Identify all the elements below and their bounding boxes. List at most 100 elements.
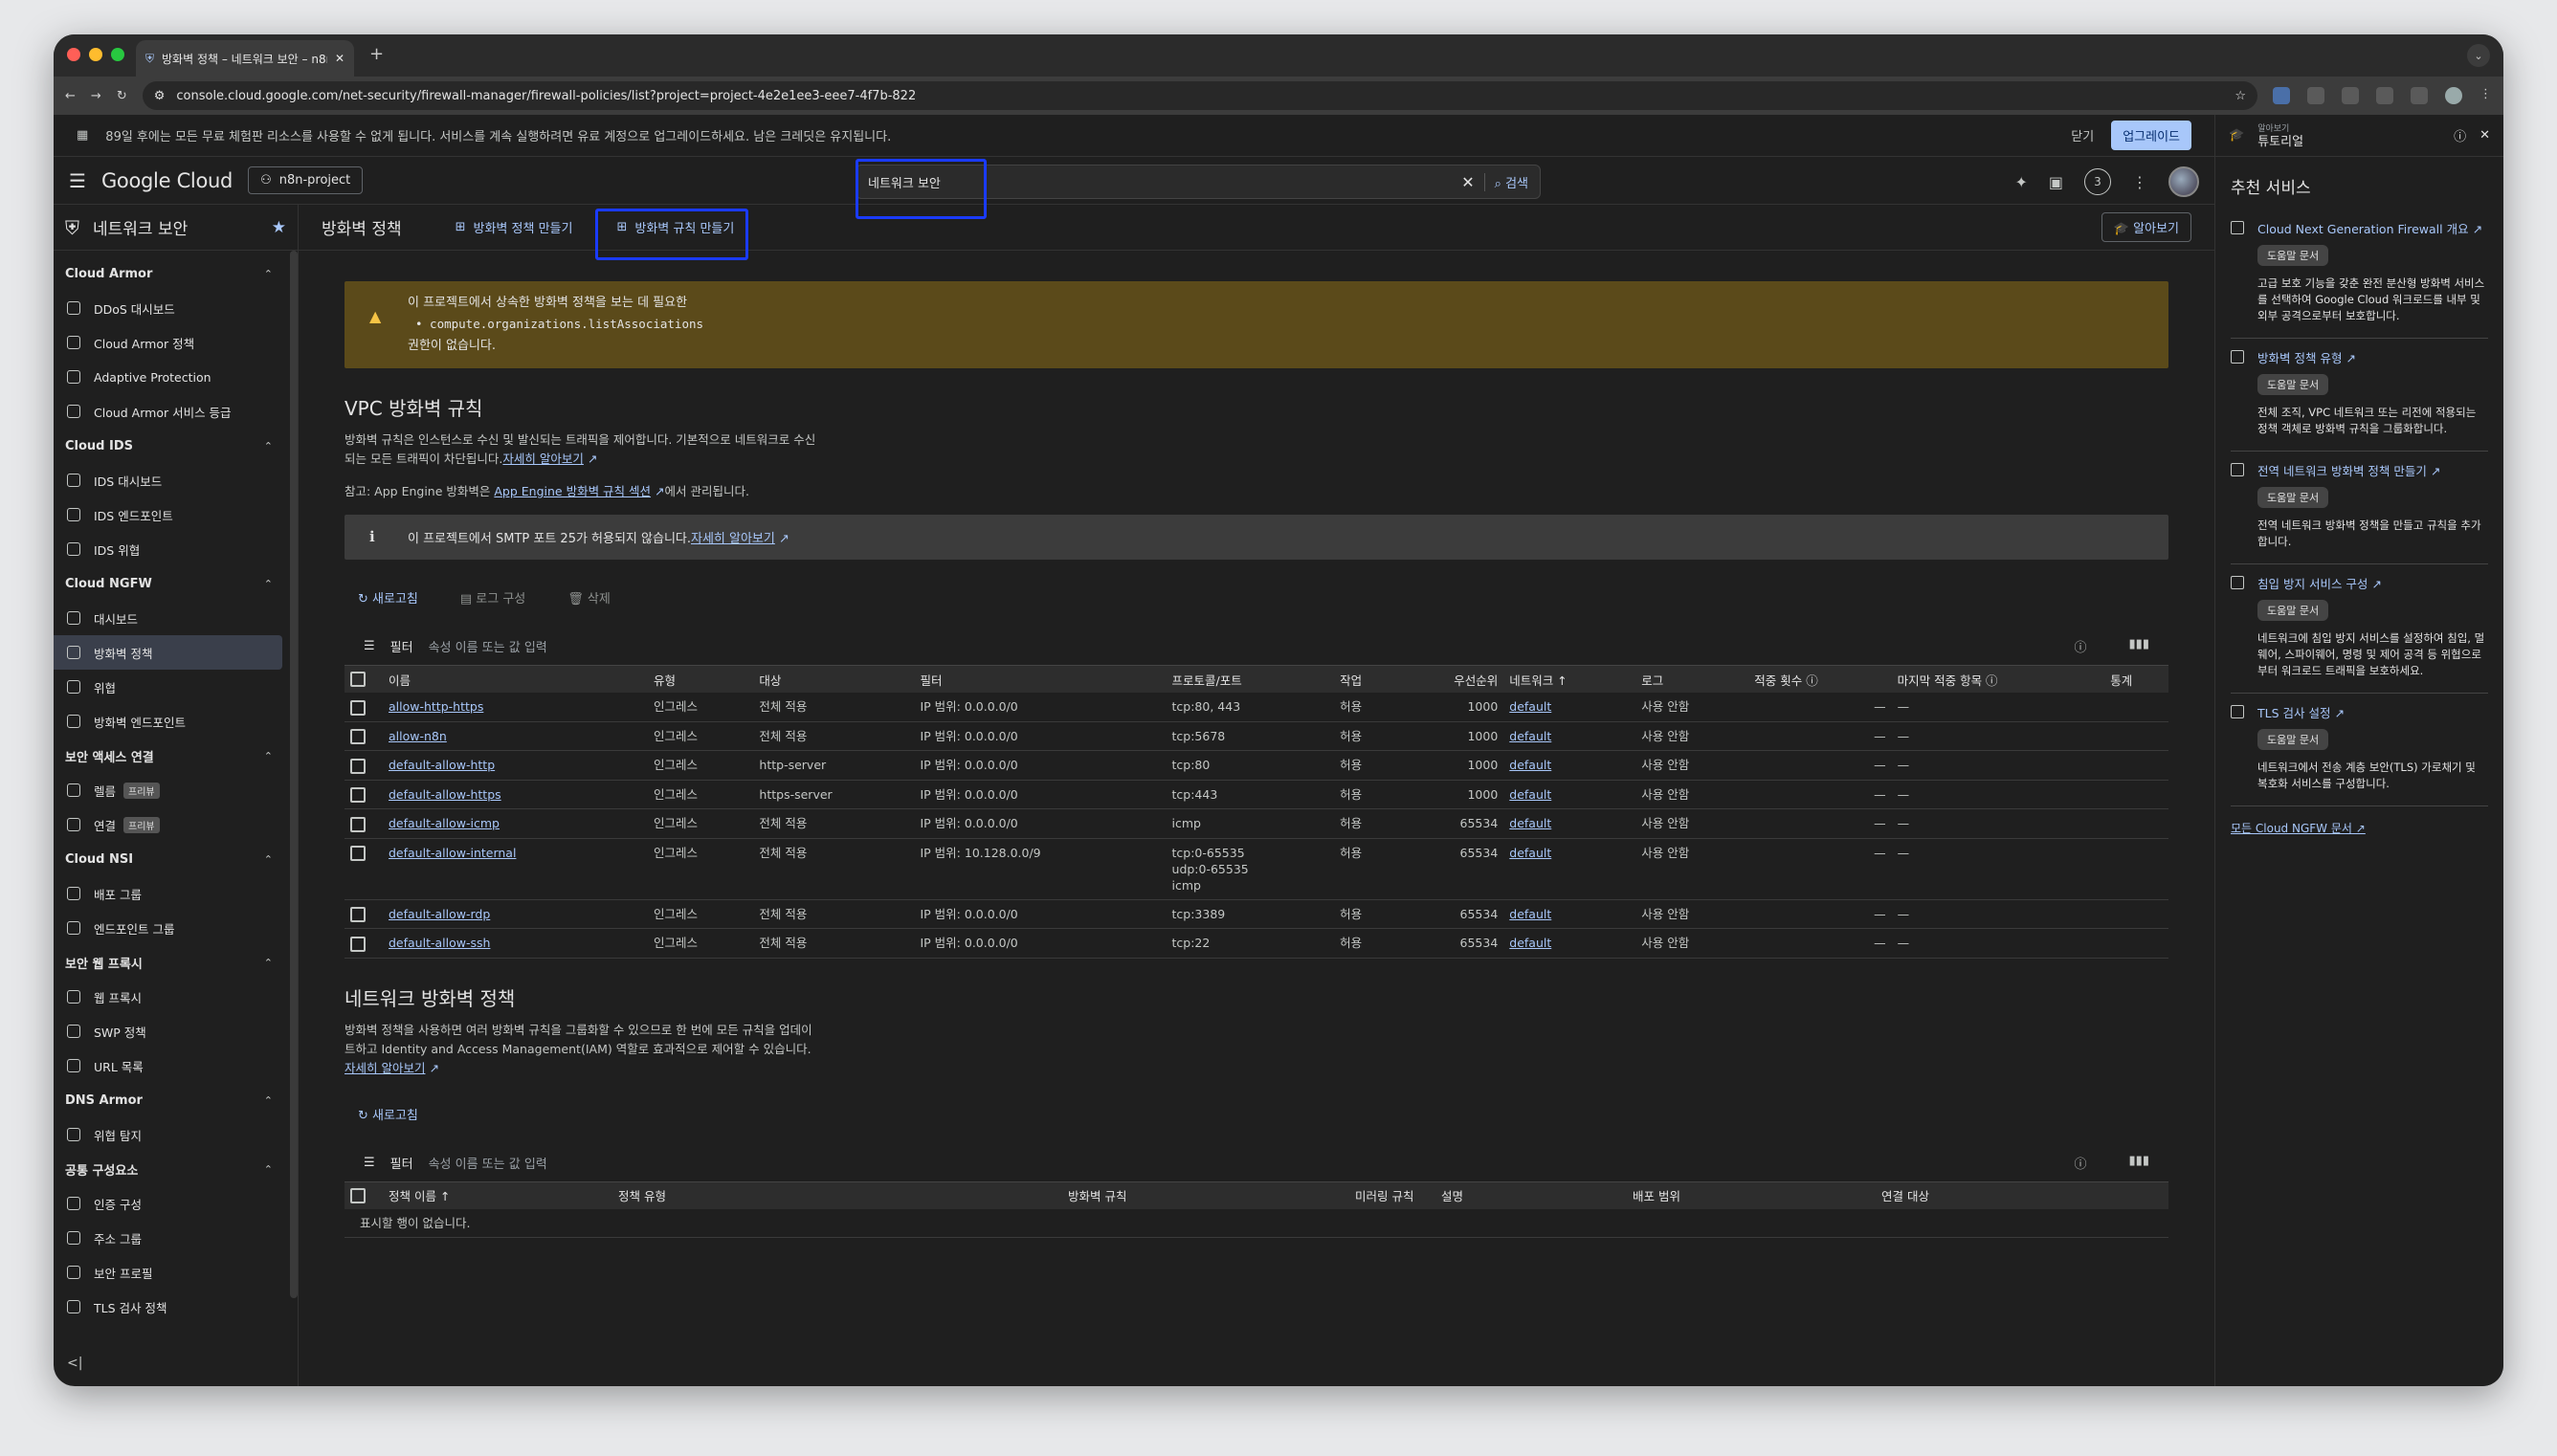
chevron-up-icon[interactable]: ⌃ [264,578,273,590]
sidebar-item[interactable]: 방화벽 정책 [54,635,282,670]
recommendation-link[interactable]: Cloud Next Generation Firewall 개요 ↗ [2257,219,2488,237]
column-header[interactable]: 필터 [914,666,1167,693]
row-checkbox[interactable] [350,787,366,803]
close-icon[interactable]: ✕ [335,52,345,65]
sidebar-item[interactable]: Cloud Armor 정책 [54,325,282,360]
help-icon[interactable]: ⓘ [2075,1154,2087,1172]
reload-icon[interactable]: ↻ [117,89,127,103]
column-header[interactable]: 방화벽 규칙 [1062,1181,1349,1209]
browser-tab[interactable]: ⛨ 방화벽 정책 – 네트워크 보안 – n8n ✕ [136,40,354,77]
upgrade-button[interactable]: 업그레이드 [2111,121,2191,150]
help-doc-chip[interactable]: 도움말 문서 [2257,729,2329,750]
menu-icon[interactable]: ⋮ [2479,87,2492,104]
tab-search-button[interactable]: ⌄ [2467,44,2490,67]
sidebar-group-header[interactable]: 공통 구성요소 ⌃ [54,1152,298,1186]
chevron-up-icon[interactable]: ⌃ [264,1094,273,1107]
pin-star-icon[interactable]: ★ [272,218,286,237]
help-doc-chip[interactable]: 도움말 문서 [2257,600,2329,621]
help-doc-chip[interactable]: 도움말 문서 [2257,374,2329,395]
table-row[interactable]: allow-http-https 인그레스 전체 적용 IP 범위: 0.0.0.0/… [345,693,2168,722]
sidebar-item[interactable]: 인증 구성 [54,1186,282,1221]
sidebar-group-header[interactable]: 보안 액세스 연결 ⌃ [54,739,298,773]
close-window-button[interactable] [67,48,80,61]
recommendation-link[interactable]: 전역 네트워크 방화벽 정책 만들기 ↗ [2257,461,2488,479]
table-row[interactable]: default-allow-http 인그레스 http-server IP 범위: … [345,750,2168,781]
row-checkbox[interactable] [350,758,366,774]
sidebar-item[interactable]: IDS 엔드포인트 [54,497,282,532]
help-doc-chip[interactable]: 도움말 문서 [2257,245,2329,266]
network-link[interactable]: default [1509,729,1551,743]
row-checkbox[interactable] [350,699,366,716]
netpol-learn-more-link[interactable]: 자세히 알아보기 [345,1061,425,1075]
sidebar-item[interactable]: SWP 정책 [54,1014,282,1048]
table-row[interactable]: default-allow-rdp 인그레스 전체 적용 IP 범위: 0.0.0.0… [345,899,2168,929]
column-header[interactable]: 대상 [753,666,915,693]
search-button[interactable]: ⌕ 검색 [1483,172,1528,191]
column-header[interactable]: 정책 유형 [612,1181,1062,1209]
sidebar-group-header[interactable]: Cloud NSI ⌃ [54,842,298,876]
sidebar-item[interactable]: 보안 프로필 [54,1255,282,1290]
column-header[interactable]: 설명 [1435,1181,1627,1209]
table-row[interactable]: allow-n8n 인그레스 전체 적용 IP 범위: 0.0.0.0/0 tcp:56… [345,721,2168,751]
column-header[interactable]: 프로토콜/포트 [1166,666,1335,693]
select-all-checkbox[interactable] [350,1187,366,1203]
app-engine-rules-link[interactable]: App Engine 방화벽 규칙 섹션 [494,484,651,498]
refresh-button[interactable]: ↻ 새로고침 [358,1105,418,1123]
sidebar-group-header[interactable]: Cloud IDS ⌃ [54,429,298,463]
avatar[interactable] [2168,166,2199,197]
minimize-window-button[interactable] [89,48,102,61]
network-link[interactable]: default [1509,936,1551,950]
column-header[interactable]: 로그 [1635,666,1749,693]
column-header[interactable]: 우선순위 [1397,666,1504,693]
recommendation-link[interactable]: 침입 방지 서비스 구성 ↗ [2257,574,2488,592]
cloud-shell-icon[interactable]: ▣ [2049,173,2063,191]
row-checkbox[interactable] [350,816,366,832]
rule-name-link[interactable]: allow-http-https [389,699,483,714]
sidebar-item[interactable]: Adaptive Protection [54,360,282,394]
hamburger-menu-icon[interactable]: ☰ [69,169,86,192]
learn-button[interactable]: 🎓 알아보기 [2101,212,2191,242]
vpc-learn-more-link[interactable]: 자세히 알아보기 [502,452,583,466]
help-doc-chip[interactable]: 도움말 문서 [2257,487,2329,508]
google-cloud-logo[interactable]: Google Cloud [101,169,233,192]
sidebar-group-header[interactable]: 보안 웹 프록시 ⌃ [54,945,298,980]
collapse-sidebar-button[interactable]: <| [67,1356,82,1371]
network-link[interactable]: default [1509,699,1551,714]
row-checkbox[interactable] [350,846,366,861]
reading-list-icon[interactable] [2411,87,2428,104]
project-picker[interactable]: ⚇ n8n-project [248,166,364,194]
puzzle-icon[interactable] [2376,87,2393,104]
log-config-button[interactable]: ▤ 로그 구성 [460,588,525,607]
sidebar-item[interactable]: 렐름 프리뷰 [54,773,282,807]
column-header[interactable]: 네트워크 ↑ [1503,666,1636,693]
maximize-window-button[interactable] [111,48,124,61]
url-field[interactable]: ⚙ console.cloud.google.com/net-security/… [142,81,2257,110]
sidebar-group-header[interactable]: Cloud NGFW ⌃ [54,566,298,601]
column-header[interactable]: 통계 [2104,666,2168,693]
netpol-filter-bar[interactable]: ☰ 필터 속성 이름 또는 값 입력 ⓘ ▮▮▮ [345,1144,2168,1182]
sidebar-scrollbar[interactable] [290,251,298,1298]
delete-button[interactable]: 🗑 삭제 [567,588,611,607]
all-ngfw-docs-link[interactable]: 모든 Cloud NGFW 문서 ↗ [2231,820,2488,836]
filter-input[interactable]: 속성 이름 또는 값 입력 [429,1154,547,1172]
sidebar-item[interactable]: DDoS 대시보드 [54,291,282,325]
chevron-up-icon[interactable]: ⌃ [264,1163,273,1176]
chevron-up-icon[interactable]: ⌃ [264,440,273,452]
recommendation-link[interactable]: TLS 검사 설정 ↗ [2257,703,2488,721]
profile-icon[interactable] [2445,87,2462,104]
sidebar-item[interactable]: 엔드포인트 그룹 [54,911,282,945]
sidebar-item[interactable]: 웹 프록시 [54,980,282,1014]
column-header[interactable]: 유형 [647,666,754,693]
sidebar-group-header[interactable]: Cloud Armor ⌃ [54,256,298,291]
rule-name-link[interactable]: default-allow-rdp [389,907,490,921]
column-header[interactable]: 작업 [1334,666,1398,693]
rule-name-link[interactable]: allow-n8n [389,729,447,743]
sidebar-item[interactable]: IDS 위협 [54,532,282,566]
sidebar-item[interactable]: Cloud Armor 서비스 등급 [54,394,282,429]
row-checkbox[interactable] [350,936,366,952]
pen-icon[interactable] [2342,87,2359,104]
row-checkbox[interactable] [350,729,366,744]
network-link[interactable]: default [1509,907,1551,921]
sidebar-item[interactable]: TLS 검사 정책 [54,1290,282,1324]
new-tab-button[interactable]: + [369,44,384,64]
